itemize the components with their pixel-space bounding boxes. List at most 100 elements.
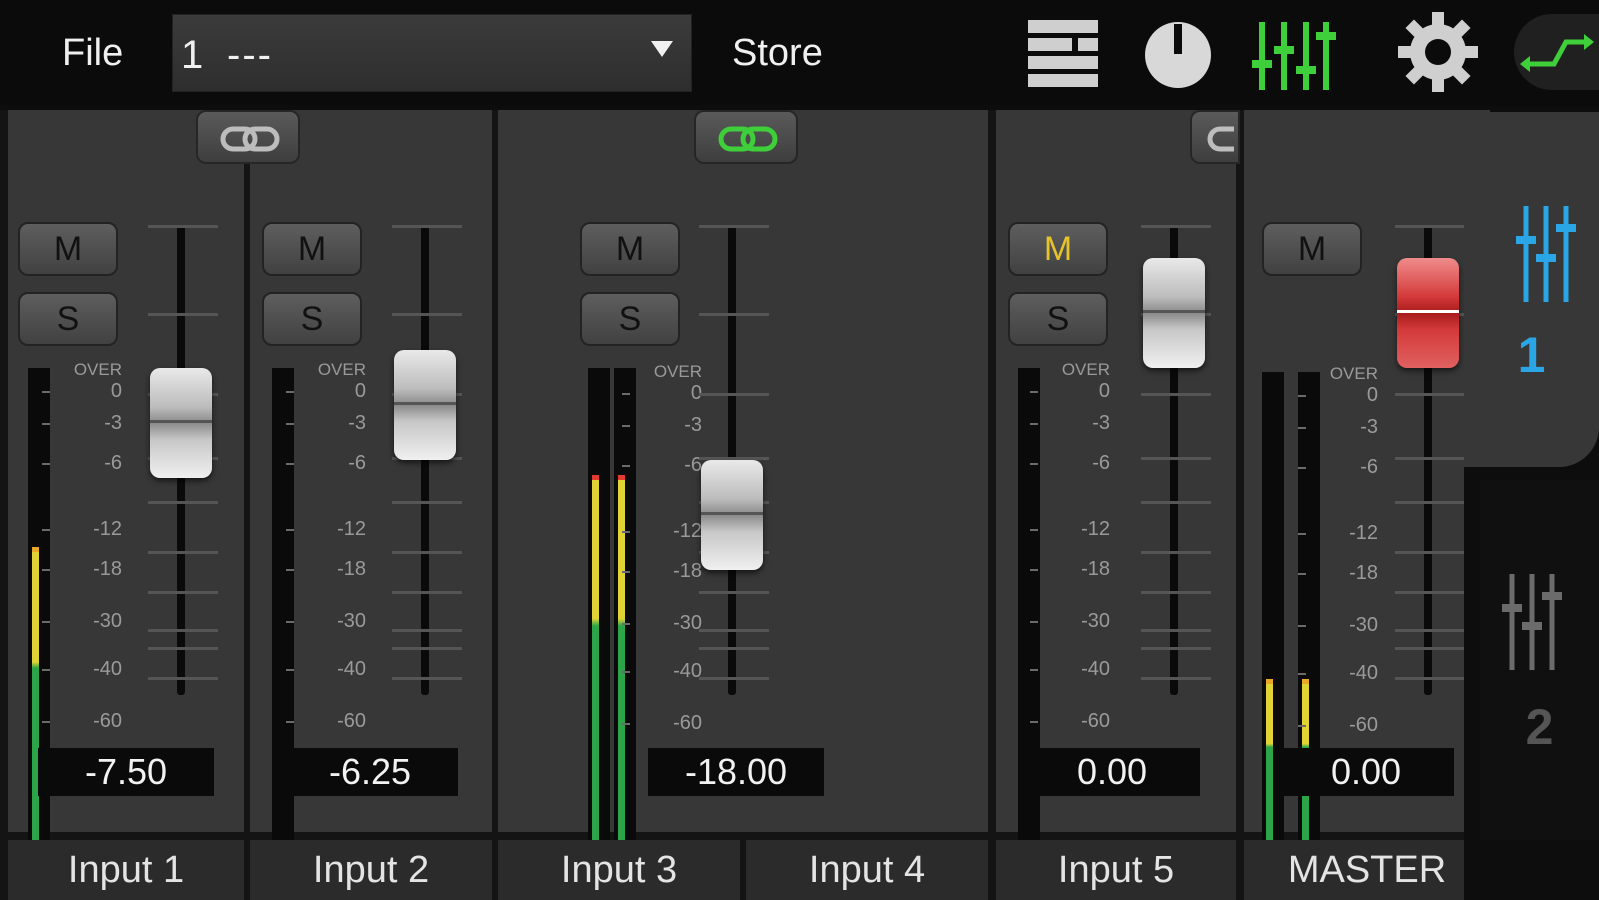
meter-scale-tick xyxy=(622,671,630,673)
solo-button-input-2[interactable]: S xyxy=(262,292,362,346)
mute-button-input-3-4[interactable]: M xyxy=(580,222,680,276)
meter-scale-tick xyxy=(42,569,50,571)
meter-scale-label: -60 xyxy=(1081,710,1110,732)
fader-input-5[interactable] xyxy=(1143,258,1205,368)
bank-number-2: 2 xyxy=(1525,699,1554,755)
meter-scale-label: -12 xyxy=(1349,522,1378,544)
meter-scale-label: -6 xyxy=(348,452,366,474)
meter-scale-tick xyxy=(42,669,50,671)
bank-tab-2[interactable]: 2 xyxy=(1480,480,1599,840)
fader-scale-mark xyxy=(148,551,218,554)
link-chain-icon xyxy=(718,126,778,152)
meter-scale-label: -6 xyxy=(1360,456,1378,478)
layout-list-icon[interactable] xyxy=(1028,18,1098,90)
channel-name-input-5[interactable]: Input 5 xyxy=(996,840,1236,900)
value-readout-input-1[interactable]: -7.50 xyxy=(38,748,214,796)
gear-icon[interactable] xyxy=(1396,10,1480,94)
mute-button-input-5[interactable]: M xyxy=(1008,222,1108,276)
meter-scale-tick xyxy=(622,465,630,467)
meter-scale-tick xyxy=(42,621,50,623)
meter-scale-label: -3 xyxy=(104,412,122,434)
meter-scale-label: -18 xyxy=(673,560,702,582)
fader-scale-mark xyxy=(392,647,462,650)
link-button-3-4[interactable] xyxy=(694,110,798,164)
meter-scale-tick xyxy=(1298,673,1306,675)
mixer-icon[interactable] xyxy=(1252,16,1336,92)
fader-scale-mark xyxy=(1141,647,1211,650)
solo-button-input-5[interactable]: S xyxy=(1008,292,1108,346)
meter-scale-label: -12 xyxy=(1081,518,1110,540)
meter-scale-label: -12 xyxy=(337,518,366,540)
preset-number: 1 xyxy=(181,33,204,77)
meter-scale-label: -40 xyxy=(93,658,122,680)
meter-scale-tick xyxy=(1030,391,1038,393)
value-readout-input-3-4[interactable]: -18.00 xyxy=(648,748,824,796)
meter-scale-tick xyxy=(622,393,630,395)
meter-scale-label: -18 xyxy=(337,558,366,580)
fader-scale-mark xyxy=(392,501,462,504)
meter-scale-label: -12 xyxy=(673,520,702,542)
mute-button-input-2[interactable]: M xyxy=(262,222,362,276)
value-readout-input-2[interactable]: -6.25 xyxy=(282,748,458,796)
link-button-5-6[interactable] xyxy=(1190,110,1240,164)
fader-master[interactable] xyxy=(1397,258,1459,368)
fader-scale-mark xyxy=(1395,647,1465,650)
meter-scale-label: -30 xyxy=(93,610,122,632)
meter-scale-tick xyxy=(286,463,294,465)
fader-scale-mark xyxy=(392,225,462,228)
meter-scale-label: -30 xyxy=(337,610,366,632)
fader-input-2[interactable] xyxy=(394,350,456,460)
meter-scale-label: 0 xyxy=(690,382,702,404)
meter-scale-label: OVER xyxy=(653,362,702,381)
preset-name: --- xyxy=(227,33,273,77)
fader-scale-mark xyxy=(1141,591,1211,594)
meter-scale-tick xyxy=(286,669,294,671)
meter-scale-tick xyxy=(1030,423,1038,425)
mixer-icon xyxy=(1502,574,1562,670)
fader-scale-mark xyxy=(1141,677,1211,680)
fader-input-1[interactable] xyxy=(150,368,212,478)
meter-scale-label: 0 xyxy=(1098,380,1110,402)
channel-name-input-2[interactable]: Input 2 xyxy=(250,840,492,900)
file-menu-button[interactable]: File xyxy=(62,32,123,75)
bank-tab-1[interactable]: 1 xyxy=(1464,112,1599,467)
solo-button-input-1[interactable]: S xyxy=(18,292,118,346)
fader-scale-mark xyxy=(148,677,218,680)
value-readout-input-5[interactable]: 0.00 xyxy=(1024,748,1200,796)
fader-scale-mark xyxy=(148,313,218,316)
fader-scale-mark xyxy=(148,501,218,504)
channel-name-input-4[interactable]: Input 4 xyxy=(746,840,988,900)
power-knob-icon[interactable] xyxy=(1143,20,1213,90)
fader-scale-mark xyxy=(148,591,218,594)
fader-scale-mark xyxy=(699,647,769,650)
routing-button[interactable] xyxy=(1514,14,1599,90)
link-button-1-2[interactable] xyxy=(196,110,300,164)
fader-scale-mark xyxy=(392,313,462,316)
value-readout-master[interactable]: 0.00 xyxy=(1278,748,1454,796)
meter-scale-label: -3 xyxy=(348,412,366,434)
fader-scale-mark xyxy=(1141,629,1211,632)
meter-scale-tick xyxy=(286,529,294,531)
fader-scale-mark xyxy=(1141,501,1211,504)
meter-scale-label: 0 xyxy=(110,380,122,402)
fader-scale-mark xyxy=(1395,629,1465,632)
meter-scale-tick xyxy=(1298,725,1306,727)
fader-scale-mark xyxy=(699,677,769,680)
mute-button-input-1[interactable]: M xyxy=(18,222,118,276)
solo-button-input-3-4[interactable]: S xyxy=(580,292,680,346)
meter-scale-label: -30 xyxy=(673,612,702,634)
level-meter-input-3 xyxy=(588,368,610,848)
mute-button-master[interactable]: M xyxy=(1262,222,1362,276)
meter-scale-label: -6 xyxy=(684,454,702,476)
meter-scale-tick xyxy=(622,623,630,625)
meter-scale-tick xyxy=(286,423,294,425)
channel-name-master[interactable]: MASTER xyxy=(1244,840,1490,900)
channel-name-input-3[interactable]: Input 3 xyxy=(498,840,740,900)
fader-scale-mark xyxy=(699,393,769,396)
meter-scale-tick xyxy=(42,721,50,723)
store-button[interactable]: Store xyxy=(732,32,823,75)
preset-dropdown[interactable]: 1 --- xyxy=(172,14,692,92)
fader-input-3-4[interactable] xyxy=(701,460,763,570)
channel-name-input-1[interactable]: Input 1 xyxy=(8,840,244,900)
meter-scale-tick xyxy=(1030,669,1038,671)
